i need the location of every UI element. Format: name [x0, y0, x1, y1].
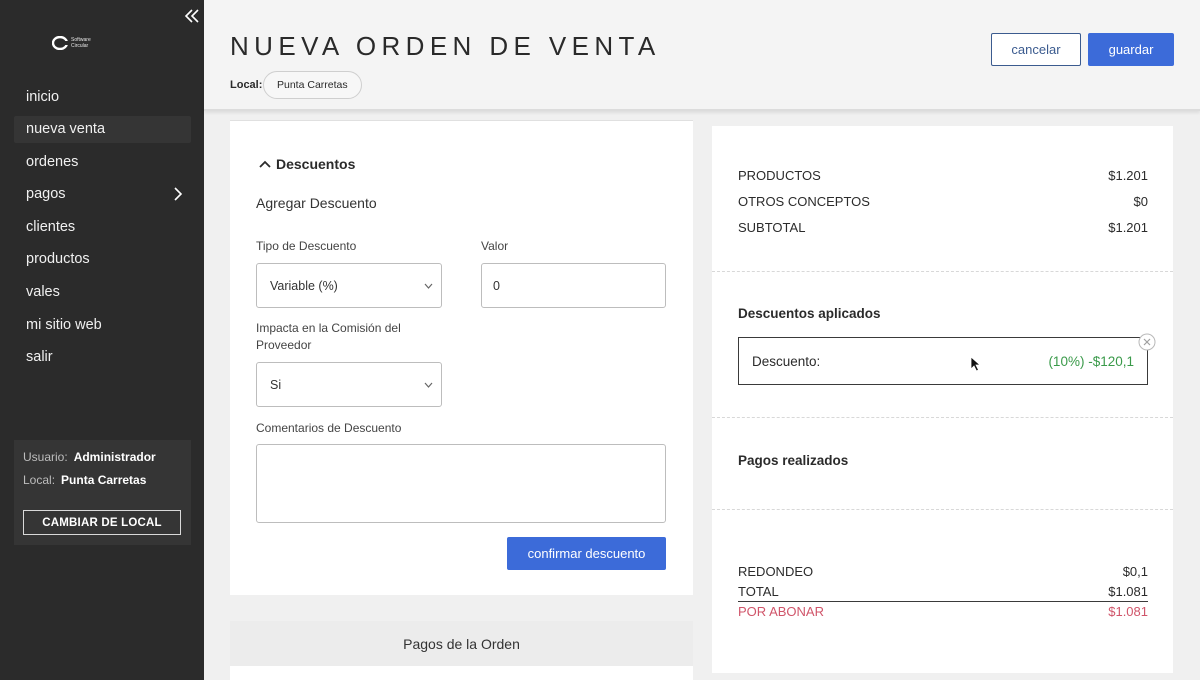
discount-type-select[interactable]: Variable (%): [256, 263, 442, 308]
payments-made-title: Pagos realizados: [738, 453, 849, 468]
local-label: Local:: [23, 473, 56, 487]
sidebar-item-ordenes[interactable]: ordenes: [14, 148, 191, 175]
brand-text: Software Circular: [71, 37, 111, 49]
user-value: Administrador: [73, 450, 156, 464]
applied-discount-value: (10%) -$120,1: [1048, 353, 1134, 369]
user-info-panel: Usuario: Administrador Local: Punta Carr…: [14, 440, 191, 545]
summary-value: $1.201: [1108, 168, 1148, 183]
sidebar-item-label: inicio: [26, 88, 60, 105]
sidebar-nav: inicio nueva venta ordenes pagos cliente…: [14, 83, 191, 376]
discount-form-card: Descuentos Agregar Descuento Tipo de Des…: [230, 120, 693, 595]
divider: [712, 417, 1173, 418]
sidebar-item-clientes[interactable]: clientes: [14, 213, 191, 240]
discounts-section-toggle[interactable]: Descuentos: [258, 156, 355, 172]
applied-discount-item: Descuento: (10%) -$120,1: [738, 337, 1148, 385]
sidebar-item-label: productos: [26, 251, 90, 268]
discount-comments-label: Comentarios de Descuento: [256, 421, 402, 435]
header-local-label: Local:: [230, 79, 263, 91]
chevron-up-icon: [259, 160, 271, 168]
chevron-down-icon: [424, 382, 433, 388]
summary-label: REDONDEO: [738, 564, 814, 579]
summary-value: $0: [1133, 194, 1148, 209]
local-value: Punta Carretas: [61, 473, 147, 487]
order-summary-card: PRODUCTOS $1.201 OTROS CONCEPTOS $0 SUBT…: [712, 126, 1173, 673]
chevron-right-icon: [174, 187, 183, 201]
discount-type-value: Variable (%): [270, 278, 338, 293]
page-title: NUEVA ORDEN DE VENTA: [230, 31, 661, 61]
summary-value: $1.201: [1108, 220, 1148, 235]
sidebar-item-label: mi sitio web: [26, 316, 102, 333]
summary-row-redondeo: REDONDEO $0,1: [738, 564, 1148, 579]
sidebar-item-label: salir: [26, 349, 53, 366]
add-discount-title: Agregar Descuento: [256, 195, 377, 211]
user-row: Usuario: Administrador: [23, 450, 182, 464]
confirm-discount-button[interactable]: confirmar descuento: [507, 537, 666, 570]
summary-label: TOTAL: [738, 584, 779, 599]
brand-logo: Software Circular: [52, 36, 111, 50]
commission-impact-value: Si: [270, 377, 282, 392]
discount-value-label: Valor: [481, 239, 509, 253]
sidebar-item-label: ordenes: [26, 153, 79, 170]
sidebar-item-pagos[interactable]: pagos: [14, 181, 191, 208]
summary-value: $0,1: [1122, 564, 1148, 579]
divider: [712, 509, 1173, 510]
discounts-section-title: Descuentos: [276, 156, 356, 172]
summary-label: SUBTOTAL: [738, 220, 806, 235]
order-payments-body: [230, 666, 693, 680]
commission-impact-label: Impacta en la Comisión del Proveedor: [256, 321, 401, 352]
summary-label: PRODUCTOS: [738, 168, 821, 183]
summary-row-productos: PRODUCTOS $1.201: [738, 168, 1148, 183]
sidebar-item-label: vales: [26, 284, 60, 301]
discount-value-text: 0: [493, 278, 500, 293]
brand-line-2: Circular: [71, 43, 89, 49]
sidebar-item-mi-sitio-web[interactable]: mi sitio web: [14, 311, 191, 338]
sidebar-item-nueva-venta[interactable]: nueva venta: [14, 115, 191, 143]
applied-discount-label: Descuento:: [752, 353, 821, 369]
summary-row-total: TOTAL $1.081: [738, 584, 1148, 599]
sidebar-item-label: pagos: [26, 186, 66, 203]
sidebar-item-vales[interactable]: vales: [14, 279, 191, 306]
order-payments-title: Pagos de la Orden: [403, 636, 520, 652]
discount-comments-textarea[interactable]: [256, 444, 666, 523]
commission-impact-select[interactable]: Si: [256, 362, 442, 407]
summary-label: POR ABONAR: [738, 604, 824, 619]
summary-label: OTROS CONCEPTOS: [738, 194, 870, 209]
page-header: NUEVA ORDEN DE VENTA Local: Punta Carret…: [204, 0, 1200, 111]
applied-discounts-title: Descuentos aplicados: [738, 306, 881, 321]
summary-value: $1.081: [1108, 604, 1148, 619]
change-local-button[interactable]: CAMBIAR DE LOCAL: [23, 510, 181, 535]
discount-value-input[interactable]: 0: [481, 263, 666, 308]
sidebar-item-inicio[interactable]: inicio: [14, 83, 191, 110]
sidebar: Software Circular inicio nueva venta ord…: [0, 0, 204, 680]
sidebar-item-label: nueva venta: [26, 121, 106, 138]
local-row: Local: Punta Carretas: [23, 473, 182, 487]
remove-discount-icon[interactable]: [1138, 333, 1156, 351]
logo-mark-icon: [52, 36, 68, 50]
summary-row-por-abonar: POR ABONAR $1.081: [738, 604, 1148, 619]
summary-value: $1.081: [1108, 584, 1148, 599]
user-label: Usuario:: [23, 450, 68, 464]
collapse-sidebar-icon[interactable]: [184, 8, 200, 24]
chevron-down-icon: [424, 283, 433, 289]
discount-type-label: Tipo de Descuento: [256, 239, 357, 253]
save-button[interactable]: guardar: [1088, 33, 1174, 66]
summary-row-otros: OTROS CONCEPTOS $0: [738, 194, 1148, 209]
mouse-cursor-icon: [970, 356, 981, 372]
local-chip[interactable]: Punta Carretas: [263, 71, 362, 99]
total-divider: [738, 601, 1148, 602]
cancel-button[interactable]: cancelar: [991, 33, 1081, 66]
sidebar-item-label: clientes: [26, 218, 76, 235]
divider: [712, 271, 1173, 272]
sidebar-item-productos[interactable]: productos: [14, 246, 191, 273]
order-payments-card: Pagos de la Orden: [230, 621, 693, 680]
sidebar-item-salir[interactable]: salir: [14, 344, 191, 371]
summary-row-subtotal: SUBTOTAL $1.201: [738, 220, 1148, 235]
